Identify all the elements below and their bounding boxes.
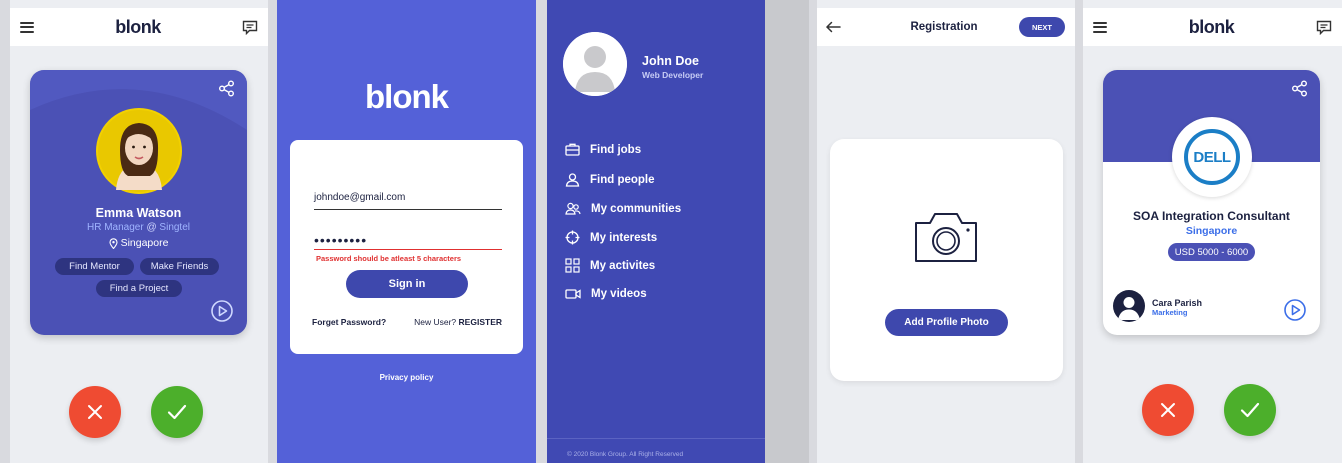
profile-role-line: HR Manager @ Singtel (30, 222, 247, 233)
user-silhouette-icon (563, 32, 627, 96)
drawer-user-title: Web Developer (642, 70, 704, 80)
back-arrow-icon[interactable] (825, 21, 841, 33)
profile-company[interactable]: Singtel (159, 222, 190, 233)
chat-icon[interactable] (242, 20, 258, 35)
top-bar: blonk (10, 8, 268, 46)
register-line: New User? REGISTER (414, 317, 502, 327)
play-video-icon[interactable] (211, 300, 233, 322)
close-icon (88, 405, 102, 419)
login-screen: blonk johndoe@gmail.com ••••••••• Passwo… (277, 0, 536, 463)
hamburger-menu-icon[interactable] (20, 21, 34, 33)
job-screen: blonk DELL SOA Integration Consultant Si… (1083, 0, 1342, 463)
grid-icon (565, 258, 580, 273)
profile-location-line: Singapore (30, 237, 247, 249)
top-bar: blonk (1083, 8, 1342, 46)
registration-top-bar: Registration NEXT (817, 8, 1075, 46)
registration-title: Registration (910, 21, 978, 33)
person-icon (565, 173, 580, 187)
at-sign: @ (146, 222, 157, 233)
job-card[interactable]: DELL SOA Integration Consultant Singapor… (1103, 70, 1320, 335)
sign-in-button[interactable]: Sign in (346, 270, 468, 298)
check-icon (1240, 402, 1260, 418)
registration-screen: Registration NEXT Add Profile Photo (817, 0, 1075, 463)
accept-button[interactable] (151, 386, 203, 438)
group-icon (565, 202, 581, 215)
menu-item-label: My communities (591, 203, 682, 215)
menu-item-my-videos[interactable]: My videos (565, 288, 647, 300)
password-error-text: Password should be atleast 5 characters (316, 254, 462, 263)
share-icon[interactable] (1291, 80, 1308, 97)
job-location: Singapore (1185, 225, 1238, 237)
accept-button[interactable] (1224, 384, 1276, 436)
company-logo-text: DELL (1193, 148, 1231, 166)
menu-item-my-activites[interactable]: My activites (565, 258, 655, 273)
login-card: johndoe@gmail.com ••••••••• Password sho… (290, 140, 523, 354)
drawer-footer-text: © 2020 Blonk Group. All Right Reserved (567, 451, 684, 458)
drawer-overlay[interactable] (765, 0, 809, 463)
check-icon (167, 404, 187, 420)
app-logo: blonk (115, 16, 161, 37)
drawer-footer-divider (547, 438, 765, 439)
avatar (96, 108, 182, 194)
menu-item-my-interests[interactable]: My interests (565, 230, 657, 245)
reject-button[interactable] (69, 386, 121, 438)
login-logo: blonk (365, 78, 449, 115)
register-link[interactable]: REGISTER (459, 317, 502, 327)
contact-name: Cara Parish (1152, 298, 1203, 308)
close-icon (1161, 403, 1175, 417)
location-pin-icon (109, 237, 118, 249)
email-input[interactable]: johndoe@gmail.com (314, 192, 502, 210)
chat-icon[interactable] (1316, 20, 1332, 35)
menu-item-find-people[interactable]: Find people (565, 173, 655, 187)
video-icon (565, 289, 581, 299)
play-video-icon[interactable] (1284, 299, 1306, 321)
menu-item-label: My interests (590, 231, 658, 244)
find-project-chip[interactable]: Find a Project (96, 280, 182, 297)
salary-badge: USD 5000 - 6000 (1168, 243, 1255, 261)
add-profile-photo-button[interactable]: Add Profile Photo (885, 309, 1008, 336)
menu-item-label: Find jobs (590, 143, 642, 156)
user-silhouette-icon (1118, 297, 1140, 320)
find-mentor-chip[interactable]: Find Mentor (55, 258, 134, 275)
reject-button[interactable] (1142, 384, 1194, 436)
menu-item-my-communities[interactable]: My communities (565, 202, 681, 216)
new-user-label: New User? (414, 317, 457, 327)
privacy-policy-link[interactable]: Privacy policy (277, 373, 536, 382)
drawer-user-name: John Doe (642, 54, 699, 68)
password-input[interactable]: ••••••••• (314, 232, 502, 250)
profile-name: Emma Watson (95, 206, 182, 220)
contact-department: Marketing (1152, 308, 1188, 317)
company-logo: DELL (1172, 117, 1252, 197)
contact-avatar (1113, 290, 1145, 322)
briefcase-icon (565, 143, 580, 156)
menu-item-find-jobs[interactable]: Find jobs (565, 143, 641, 156)
forgot-password-link[interactable]: Forget Password? (312, 317, 386, 327)
profile-role: HR Manager (87, 222, 144, 233)
photo-card: Add Profile Photo (830, 139, 1063, 381)
job-title: SOA Integration Consultant (1133, 209, 1290, 223)
profile-screen: blonk Emma Watson HR Manager @ Singtel S… (10, 0, 268, 463)
target-icon (565, 230, 580, 245)
menu-item-label: My videos (591, 288, 647, 300)
next-button[interactable]: NEXT (1019, 17, 1065, 37)
profile-location: Singapore (120, 237, 169, 249)
menu-item-label: My activites (590, 259, 656, 272)
camera-icon[interactable] (912, 209, 980, 265)
hamburger-menu-icon[interactable] (1093, 21, 1107, 33)
drawer-menu: John Doe Web Developer Find jobs Find pe… (547, 0, 765, 463)
profile-card[interactable]: Emma Watson HR Manager @ Singtel Singapo… (30, 70, 247, 335)
app-logo: blonk (1188, 16, 1235, 37)
make-friends-chip[interactable]: Make Friends (140, 258, 219, 275)
share-icon[interactable] (218, 80, 235, 97)
drawer-avatar (563, 32, 627, 96)
menu-item-label: Find people (590, 174, 655, 186)
